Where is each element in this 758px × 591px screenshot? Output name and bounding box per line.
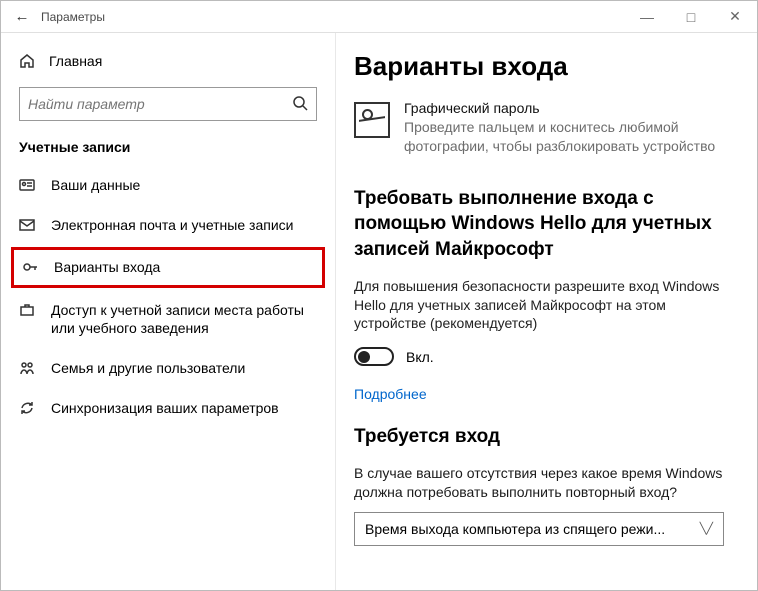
hello-toggle[interactable] bbox=[354, 347, 394, 366]
briefcase-icon bbox=[19, 302, 41, 318]
sidebar-item-label: Электронная почта и учетные записи bbox=[51, 216, 293, 234]
nav-home[interactable]: Главная bbox=[1, 45, 335, 77]
content-pane: Варианты входа Графический пароль Провед… bbox=[336, 33, 757, 590]
picture-password-subtitle: Проведите пальцем и коснитесь любимой фо… bbox=[404, 118, 741, 156]
sidebar-item-family[interactable]: Семья и другие пользователи bbox=[1, 348, 335, 388]
search-icon bbox=[292, 95, 308, 114]
sidebar-item-label: Семья и другие пользователи bbox=[51, 359, 245, 377]
close-button[interactable]: ✕ bbox=[713, 1, 757, 33]
sidebar: Главная Учетные записи Ваши данные Э bbox=[1, 33, 336, 590]
home-icon bbox=[19, 53, 41, 69]
picture-password-title: Графический пароль bbox=[404, 100, 741, 116]
picture-icon bbox=[354, 102, 390, 138]
chevron-down-icon: ╲╱ bbox=[700, 522, 713, 535]
window-title: Параметры bbox=[41, 10, 105, 24]
require-signin-question: В случае вашего отсутствия через какое в… bbox=[354, 464, 741, 502]
sidebar-section-title: Учетные записи bbox=[1, 135, 335, 165]
sidebar-item-your-info[interactable]: Ваши данные bbox=[1, 165, 335, 205]
require-signin-heading: Требуется вход bbox=[354, 424, 741, 450]
dropdown-value: Время выхода компьютера из спящего режи.… bbox=[365, 521, 665, 537]
learn-more-link[interactable]: Подробнее bbox=[354, 386, 427, 402]
hello-heading: Требовать выполнение входа с помощью Win… bbox=[354, 186, 741, 263]
hello-description: Для повышения безопасности разрешите вхо… bbox=[354, 277, 741, 334]
user-card-icon bbox=[19, 177, 41, 193]
picture-password-option[interactable]: Графический пароль Проведите пальцем и к… bbox=[354, 100, 741, 156]
sidebar-item-label: Ваши данные bbox=[51, 176, 140, 194]
sidebar-item-sync[interactable]: Синхронизация ваших параметров bbox=[1, 388, 335, 428]
maximize-button[interactable]: □ bbox=[669, 1, 713, 33]
sidebar-item-label: Варианты входа bbox=[54, 258, 160, 276]
mail-icon bbox=[19, 217, 41, 233]
sync-icon bbox=[19, 400, 41, 416]
minimize-button[interactable]: — bbox=[625, 1, 669, 33]
key-icon bbox=[22, 259, 44, 275]
titlebar: ← Параметры — □ ✕ bbox=[1, 1, 757, 33]
back-button[interactable]: ← bbox=[11, 8, 33, 25]
sidebar-item-email[interactable]: Электронная почта и учетные записи bbox=[1, 205, 335, 245]
family-icon bbox=[19, 360, 41, 376]
search-box[interactable] bbox=[19, 87, 317, 121]
page-title: Варианты входа bbox=[354, 51, 741, 82]
search-input[interactable] bbox=[28, 96, 292, 112]
toggle-knob bbox=[358, 351, 370, 363]
sidebar-item-signin-options[interactable]: Варианты входа bbox=[11, 247, 325, 287]
hello-toggle-label: Вкл. bbox=[406, 349, 434, 365]
sidebar-item-label: Доступ к учетной записи места работы или… bbox=[51, 301, 317, 337]
require-signin-dropdown[interactable]: Время выхода компьютера из спящего режи.… bbox=[354, 512, 724, 546]
sidebar-item-label: Синхронизация ваших параметров bbox=[51, 399, 279, 417]
nav-home-label: Главная bbox=[49, 53, 102, 69]
sidebar-item-work-access[interactable]: Доступ к учетной записи места работы или… bbox=[1, 290, 335, 348]
